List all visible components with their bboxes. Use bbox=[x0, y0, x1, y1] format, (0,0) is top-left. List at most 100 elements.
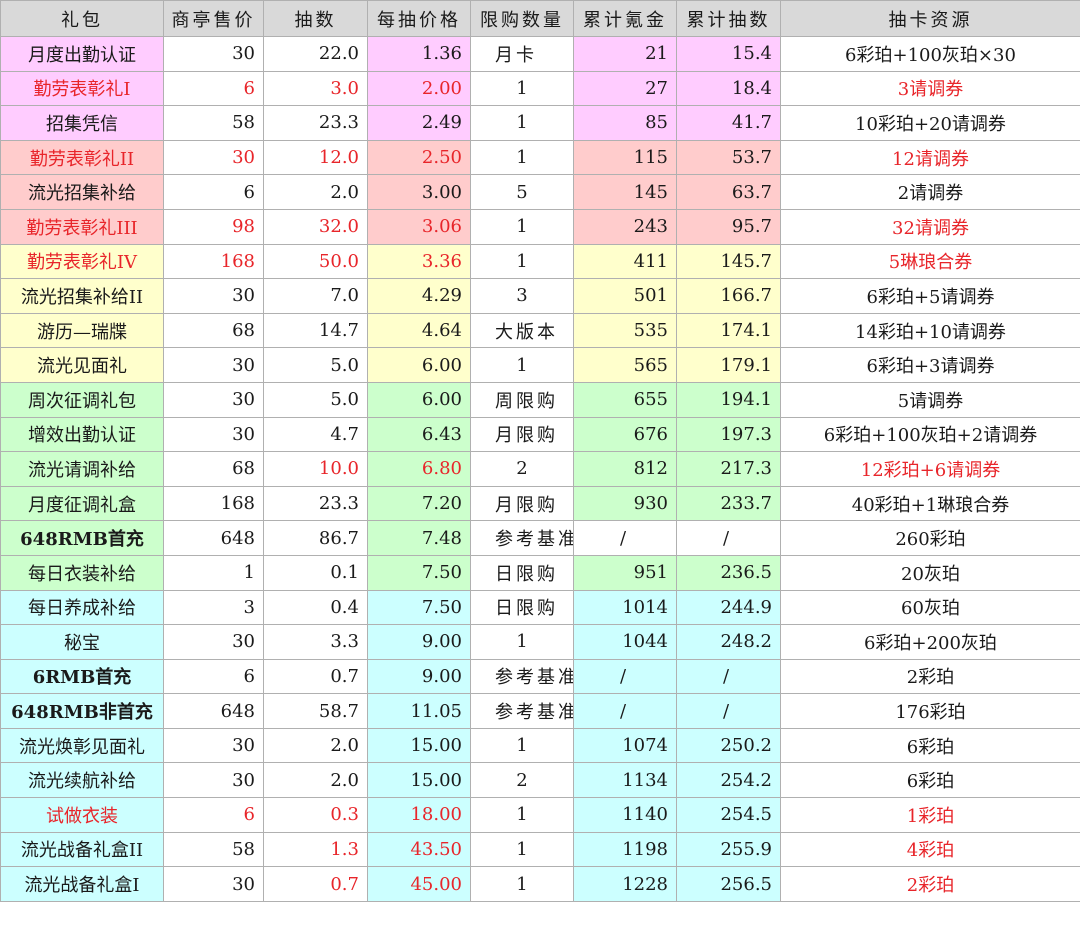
cell-total-cost: 1134 bbox=[573, 762, 677, 799]
cell-pulls: 3.3 bbox=[263, 624, 368, 660]
cell-total-pulls: 63.7 bbox=[676, 174, 781, 210]
cell-pack-name: 勤劳表彰礼III bbox=[0, 208, 164, 245]
cell-limit: 1 bbox=[470, 243, 574, 280]
cell-price: 648 bbox=[163, 693, 264, 729]
cell-total-pulls: 174.1 bbox=[676, 312, 781, 349]
cell-limit: 1 bbox=[470, 208, 574, 245]
cell-per-pull: 3.36 bbox=[367, 243, 471, 280]
cell-pulls: 10.0 bbox=[263, 451, 368, 487]
cell-pulls: 0.4 bbox=[263, 589, 368, 626]
cell-limit: 2 bbox=[470, 762, 574, 799]
table-row: 秘宝 30 3.3 9.00 1 1044 248.2 6彩珀+200灰珀 bbox=[0, 624, 1080, 660]
cell-price: 3 bbox=[163, 589, 264, 626]
cell-resource: 40彩珀+1琳琅合券 bbox=[780, 485, 1080, 522]
cell-price: 6 bbox=[163, 797, 264, 833]
cell-limit: 参考基准 bbox=[470, 658, 574, 695]
table-row: 流光招集补给II 30 7.0 4.29 3 501 166.7 6彩珀+5请调券 bbox=[0, 278, 1080, 314]
table-row: 勤劳表彰礼IV 168 50.0 3.36 1 411 145.7 5琳琅合券 bbox=[0, 243, 1080, 280]
cell-pack-name: 流光战备礼盒I bbox=[0, 866, 164, 902]
cell-pack-name: 月度出勤认证 bbox=[0, 36, 164, 72]
cell-price: 30 bbox=[163, 36, 264, 72]
cell-resource: 10彩珀+20请调券 bbox=[780, 105, 1080, 141]
cell-total-pulls: 254.5 bbox=[676, 797, 781, 833]
cell-total-cost: 21 bbox=[573, 36, 677, 72]
cell-pulls: 2.0 bbox=[263, 762, 368, 799]
cell-total-cost: 655 bbox=[573, 381, 677, 418]
header-cell-pack: 礼包 bbox=[0, 0, 164, 37]
cell-total-cost: 411 bbox=[573, 243, 677, 280]
cell-pack-name: 增效出勤认证 bbox=[0, 416, 164, 453]
cell-total-cost: 501 bbox=[573, 278, 677, 314]
cell-price: 168 bbox=[163, 243, 264, 280]
cell-resource: 60灰珀 bbox=[780, 589, 1080, 626]
cell-price: 58 bbox=[163, 105, 264, 141]
cell-total-pulls: 254.2 bbox=[676, 762, 781, 799]
cell-pulls: 5.0 bbox=[263, 381, 368, 418]
cell-per-pull: 9.00 bbox=[367, 624, 471, 660]
cell-pulls: 14.7 bbox=[263, 312, 368, 349]
cell-total-pulls: 166.7 bbox=[676, 278, 781, 314]
cell-total-cost: 115 bbox=[573, 139, 677, 176]
table-row: 流光战备礼盒II 58 1.3 43.50 1 1198 255.9 4彩珀 bbox=[0, 831, 1080, 868]
cell-resource: 176彩珀 bbox=[780, 693, 1080, 729]
table-row: 流光焕彰见面礼 30 2.0 15.00 1 1074 250.2 6彩珀 bbox=[0, 727, 1080, 764]
cell-resource: 32请调券 bbox=[780, 208, 1080, 245]
cell-limit: 1 bbox=[470, 727, 574, 764]
cell-per-pull: 9.00 bbox=[367, 658, 471, 695]
header-cell-resource: 抽卡资源 bbox=[780, 0, 1080, 37]
cell-per-pull: 11.05 bbox=[367, 693, 471, 729]
cell-total-pulls: 179.1 bbox=[676, 347, 781, 383]
cell-pulls: 0.7 bbox=[263, 866, 368, 902]
cell-resource: 12彩珀+6请调券 bbox=[780, 451, 1080, 487]
cell-total-pulls: 41.7 bbox=[676, 105, 781, 141]
cell-per-pull: 6.00 bbox=[367, 347, 471, 383]
cell-total-pulls: 248.2 bbox=[676, 624, 781, 660]
cell-pulls: 4.7 bbox=[263, 416, 368, 453]
cell-per-pull: 15.00 bbox=[367, 727, 471, 764]
cell-resource: 6彩珀+100灰珀×30 bbox=[780, 36, 1080, 72]
cell-pack-name: 试做衣装 bbox=[0, 797, 164, 833]
table-row: 勤劳表彰礼I 6 3.0 2.00 1 27 18.4 3请调券 bbox=[0, 70, 1080, 107]
cell-price: 68 bbox=[163, 312, 264, 349]
cell-total-cost: 27 bbox=[573, 70, 677, 107]
cell-pack-name: 勤劳表彰礼II bbox=[0, 139, 164, 176]
table-row: 招集凭信 58 23.3 2.49 1 85 41.7 10彩珀+20请调券 bbox=[0, 105, 1080, 141]
cell-total-pulls: 197.3 bbox=[676, 416, 781, 453]
cell-per-pull: 7.50 bbox=[367, 589, 471, 626]
cell-pack-name: 流光续航补给 bbox=[0, 762, 164, 799]
cell-total-pulls: 250.2 bbox=[676, 727, 781, 764]
cell-pack-name: 6RMB首充 bbox=[0, 658, 164, 695]
cell-resource: 260彩珀 bbox=[780, 520, 1080, 556]
cell-price: 30 bbox=[163, 866, 264, 902]
cell-limit: 1 bbox=[470, 347, 574, 383]
cell-total-pulls: 15.4 bbox=[676, 36, 781, 72]
cell-pulls: 58.7 bbox=[263, 693, 368, 729]
cell-pulls: 32.0 bbox=[263, 208, 368, 245]
cell-limit: 2 bbox=[470, 451, 574, 487]
table-row: 试做衣装 6 0.3 18.00 1 1140 254.5 1彩珀 bbox=[0, 797, 1080, 833]
cell-total-cost: 930 bbox=[573, 485, 677, 522]
cell-total-pulls: 233.7 bbox=[676, 485, 781, 522]
cell-total-pulls: 53.7 bbox=[676, 139, 781, 176]
cell-pulls: 0.1 bbox=[263, 554, 368, 591]
cell-limit: 3 bbox=[470, 278, 574, 314]
cell-pack-name: 流光战备礼盒II bbox=[0, 831, 164, 868]
cell-resource: 20灰珀 bbox=[780, 554, 1080, 591]
cell-total-cost: 812 bbox=[573, 451, 677, 487]
cell-per-pull: 15.00 bbox=[367, 762, 471, 799]
table-body: 月度出勤认证 30 22.0 1.36 月卡 21 15.4 6彩珀+100灰珀×30 勤劳表彰… bbox=[0, 36, 1080, 902]
cell-limit: 日限购 bbox=[470, 554, 574, 591]
cell-pack-name: 每日衣装补给 bbox=[0, 554, 164, 591]
cell-pulls: 7.0 bbox=[263, 278, 368, 314]
cell-pulls: 23.3 bbox=[263, 105, 368, 141]
cell-resource: 3请调券 bbox=[780, 70, 1080, 107]
cell-price: 6 bbox=[163, 658, 264, 695]
cell-total-cost: 1140 bbox=[573, 797, 677, 833]
cell-total-pulls: / bbox=[676, 658, 781, 695]
cell-price: 6 bbox=[163, 70, 264, 107]
cell-per-pull: 45.00 bbox=[367, 866, 471, 902]
table-row: 月度征调礼盒 168 23.3 7.20 月限购 930 233.7 40彩珀+1琳琅合券 bbox=[0, 485, 1080, 522]
cell-pack-name: 流光招集补给II bbox=[0, 278, 164, 314]
cell-pulls: 2.0 bbox=[263, 727, 368, 764]
cell-total-cost: / bbox=[573, 693, 677, 729]
